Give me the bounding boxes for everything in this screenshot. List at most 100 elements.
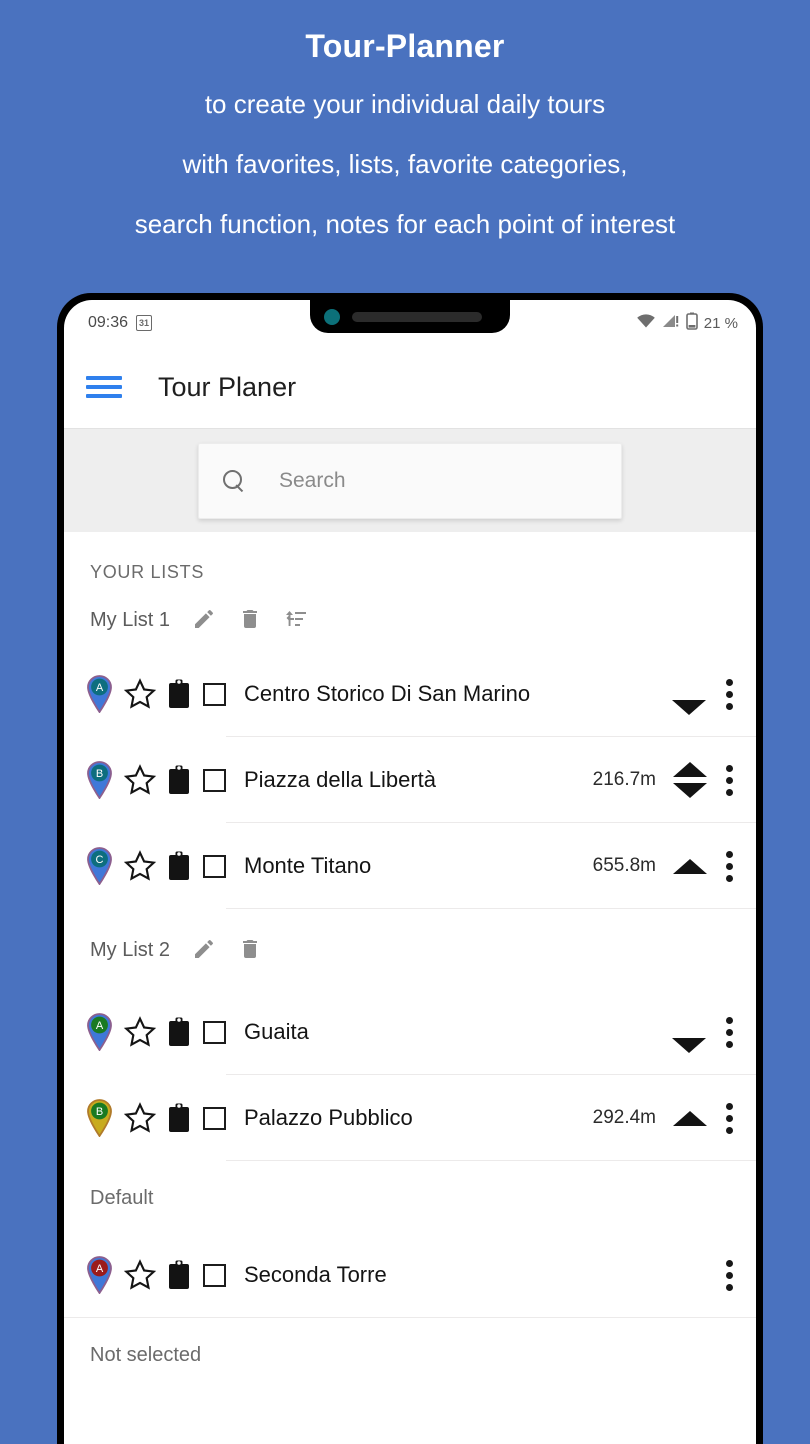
map-pin-icon: B	[86, 761, 113, 800]
item-name-label: Monte Titano	[244, 853, 372, 878]
item-checkbox[interactable]	[203, 854, 226, 878]
search-input[interactable]: Search	[198, 442, 622, 519]
lists-container: YOUR LISTS My List 1 A Centro Storico Di…	[64, 532, 756, 1389]
item-overflow-menu-icon[interactable]	[716, 1256, 742, 1295]
item-overflow-menu-icon[interactable]	[716, 1013, 742, 1052]
svg-text:B: B	[96, 1106, 103, 1118]
svg-text:A: A	[96, 1020, 104, 1032]
item-name-label: Guaita	[244, 1019, 309, 1044]
notes-clipboard-icon[interactable]	[167, 765, 191, 795]
search-zone: Search	[64, 428, 756, 532]
reorder-arrows[interactable]	[670, 858, 710, 874]
favorite-star-icon[interactable]	[123, 1101, 157, 1135]
move-up-arrow-icon[interactable]	[673, 858, 707, 874]
promo-line-3: search function, notes for each point of…	[134, 209, 676, 239]
app-bar: Tour Planer	[64, 346, 756, 428]
edit-pencil-icon[interactable]	[192, 607, 216, 633]
item-checkbox[interactable]	[203, 682, 226, 706]
list-name-label: My List 2	[90, 938, 171, 961]
move-up-arrow-icon[interactable]	[673, 1110, 707, 1126]
item-overflow-menu-icon[interactable]	[716, 761, 742, 800]
list-header-default: Default	[90, 1187, 154, 1209]
item-name-label: Palazzo Pubblico	[244, 1105, 413, 1130]
list-header-my-list-2: My List 2	[64, 909, 756, 989]
favorite-star-icon[interactable]	[123, 763, 157, 797]
item-overflow-menu-icon[interactable]	[716, 675, 742, 714]
notes-clipboard-icon[interactable]	[167, 1017, 191, 1047]
phone-frame: 09:36 31 21 % Tour Planer Search YOUR LI…	[57, 293, 763, 1444]
battery-percent-label: 21 %	[703, 314, 738, 332]
favorite-star-icon[interactable]	[123, 677, 157, 711]
hamburger-menu-icon[interactable]	[86, 376, 122, 398]
map-pin-icon: C	[86, 847, 113, 886]
promo-line-1: to create your individual daily tours	[204, 89, 606, 119]
phone-notch	[310, 300, 510, 333]
row-divider	[226, 1160, 756, 1161]
move-down-arrow-icon[interactable]	[672, 1038, 706, 1071]
map-pin-icon: A	[86, 1256, 113, 1295]
notes-clipboard-icon[interactable]	[167, 1260, 191, 1290]
notes-clipboard-icon[interactable]	[167, 851, 191, 881]
section-header-your-lists: YOUR LISTS	[90, 562, 205, 582]
svg-text:A: A	[96, 1263, 104, 1275]
search-placeholder: Search	[279, 468, 346, 492]
list-name-label: My List 1	[90, 608, 171, 631]
delete-trash-icon[interactable]	[238, 937, 262, 963]
item-checkbox[interactable]	[203, 768, 226, 792]
calendar-icon: 31	[136, 315, 153, 331]
map-pin-icon: B	[86, 1099, 113, 1138]
list-item[interactable]: B Piazza della Libertà 216.7m	[64, 737, 756, 823]
promo-line-2: with favorites, lists, favorite categori…	[182, 149, 628, 179]
section-header-not-selected: Not selected	[90, 1344, 202, 1366]
row-divider	[64, 1317, 756, 1318]
status-bar-left: 09:36 31	[88, 314, 153, 332]
favorite-star-icon[interactable]	[123, 1258, 157, 1292]
promo-title: Tour-Planner	[305, 28, 505, 64]
delete-trash-icon[interactable]	[238, 607, 262, 633]
list-item[interactable]: C Monte Titano 655.8m	[64, 823, 756, 909]
list-item[interactable]: A Centro Storico Di San Marino	[64, 651, 756, 737]
list-item[interactable]: B Palazzo Pubblico 292.4m	[64, 1075, 756, 1161]
phone-screen: 09:36 31 21 % Tour Planer Search YOUR LI…	[64, 300, 756, 1444]
item-checkbox[interactable]	[203, 1106, 226, 1130]
map-pin-icon: A	[86, 1013, 113, 1052]
status-bar-right: 21 %	[636, 312, 738, 335]
cellular-signal-icon	[662, 313, 680, 334]
svg-text:C: C	[96, 854, 104, 866]
app-title: Tour Planer	[158, 371, 297, 402]
reorder-arrows[interactable]	[670, 762, 710, 798]
notes-clipboard-icon[interactable]	[167, 679, 191, 709]
move-up-arrow-icon[interactable]	[673, 762, 707, 777]
move-down-arrow-icon[interactable]	[672, 700, 706, 733]
promo-header: Tour-Planner to create your individual d…	[0, 0, 810, 254]
item-distance-label: 655.8m	[592, 855, 656, 876]
sort-icon[interactable]	[284, 607, 308, 633]
item-name-label: Centro Storico Di San Marino	[244, 681, 531, 706]
front-camera-icon	[324, 308, 340, 325]
reorder-arrows[interactable]	[670, 1110, 710, 1126]
notes-clipboard-icon[interactable]	[167, 1103, 191, 1133]
list-item[interactable]: A Seconda Torre	[64, 1232, 756, 1318]
item-checkbox[interactable]	[203, 1263, 226, 1287]
item-name-label: Seconda Torre	[244, 1262, 387, 1287]
item-name-label: Piazza della Libertà	[244, 767, 437, 792]
favorite-star-icon[interactable]	[123, 1015, 157, 1049]
edit-pencil-icon[interactable]	[192, 937, 216, 963]
move-down-arrow-icon[interactable]	[673, 783, 707, 798]
battery-icon	[685, 312, 698, 335]
item-overflow-menu-icon[interactable]	[716, 847, 742, 886]
item-distance-label: 216.7m	[592, 769, 656, 790]
item-distance-label: 292.4m	[592, 1107, 656, 1128]
search-icon	[223, 469, 245, 492]
status-clock: 09:36	[88, 314, 129, 331]
map-pin-icon: A	[86, 675, 113, 714]
item-overflow-menu-icon[interactable]	[716, 1099, 742, 1138]
item-checkbox[interactable]	[203, 1020, 226, 1044]
row-divider	[226, 908, 756, 909]
svg-text:A: A	[96, 682, 104, 694]
favorite-star-icon[interactable]	[123, 849, 157, 883]
earpiece-speaker	[352, 311, 482, 322]
list-item[interactable]: A Guaita	[64, 989, 756, 1075]
list-header-my-list-1: My List 1	[64, 589, 756, 651]
wifi-icon	[636, 313, 656, 334]
